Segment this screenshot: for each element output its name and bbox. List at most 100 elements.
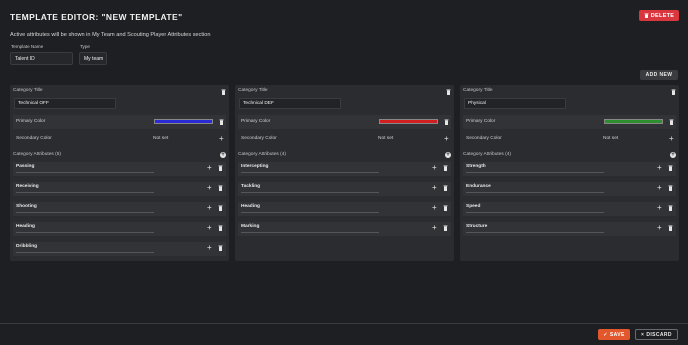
add-attribute-icon[interactable]: + [445,152,451,158]
primary-color-label: Primary Color [16,119,46,124]
category-attributes-label: Category Attributes (5) [13,152,61,157]
plus-icon[interactable]: + [657,204,662,212]
plus-icon[interactable]: + [432,204,437,212]
plus-icon[interactable]: + [657,164,662,172]
secondary-color-label: Secondary Color [466,136,502,141]
type-select[interactable]: My team [79,52,107,65]
trash-icon[interactable] [443,225,448,233]
attribute-name[interactable]: Intercepting [241,164,268,169]
category-title-input[interactable]: Technical DEF [239,98,341,109]
delete-category-icon[interactable] [671,89,676,97]
plus-icon[interactable]: + [207,184,212,192]
add-secondary-color-icon[interactable]: + [219,135,224,143]
attribute-underline [16,252,154,253]
plus-icon[interactable]: + [207,244,212,252]
attribute-name[interactable]: Heading [16,224,35,229]
page-title: TEMPLATE EDITOR: "NEW TEMPLATE" [10,12,183,22]
attribute-row: Intercepting + [238,162,451,176]
secondary-color-row: Secondary Color Not set + [463,133,676,145]
plus-icon[interactable]: + [657,224,662,232]
plus-icon[interactable]: + [432,184,437,192]
attribute-name[interactable]: Passing [16,164,34,169]
attribute-name[interactable]: Endurance [466,184,491,189]
attribute-name[interactable]: Structure [466,224,487,229]
category-title-label: Category Title [238,88,268,93]
attribute-underline [16,172,154,173]
template-name-input[interactable]: Talent ID [10,52,73,65]
secondary-color-value: Not set [153,136,169,141]
add-new-button[interactable]: ADD NEW [640,70,678,80]
footer-divider [0,323,688,324]
close-icon: × [641,331,645,338]
plus-icon[interactable]: + [207,204,212,212]
plus-icon[interactable]: + [657,184,662,192]
attribute-underline [241,212,379,213]
trash-icon[interactable] [219,119,224,127]
trash-icon[interactable] [218,205,223,213]
primary-color-row: Primary Color [238,115,451,129]
trash-icon[interactable] [218,225,223,233]
delete-button[interactable]: DELETE [639,10,679,21]
attribute-name[interactable]: Shooting [16,204,37,209]
trash-icon[interactable] [218,165,223,173]
plus-icon[interactable]: + [207,224,212,232]
attribute-row: Dribbling + [13,242,226,256]
attribute-row: Strength + [463,162,676,176]
attribute-underline [16,192,154,193]
primary-color-swatch[interactable] [379,119,438,124]
trash-icon[interactable] [444,119,449,127]
attribute-row: Receiving + [13,182,226,196]
add-attribute-icon[interactable]: + [220,152,226,158]
attribute-underline [466,212,604,213]
discard-label: DISCARD [646,331,672,338]
secondary-color-value: Not set [378,136,394,141]
add-attribute-icon[interactable]: + [670,152,676,158]
delete-category-icon[interactable] [446,89,451,97]
plus-icon[interactable]: + [432,224,437,232]
category-title-label: Category Title [463,88,493,93]
trash-icon[interactable] [669,119,674,127]
trash-icon[interactable] [218,185,223,193]
attribute-name[interactable]: Heading [241,204,260,209]
attribute-row: Speed + [463,202,676,216]
attribute-name[interactable]: Marking [241,224,259,229]
trash-icon[interactable] [218,245,223,253]
attribute-name[interactable]: Dribbling [16,244,37,249]
primary-color-label: Primary Color [241,119,271,124]
category-title-input[interactable]: Physical [464,98,566,109]
trash-icon[interactable] [443,205,448,213]
add-secondary-color-icon[interactable]: + [669,135,674,143]
add-secondary-color-icon[interactable]: + [444,135,449,143]
primary-color-swatch[interactable] [604,119,663,124]
category-title-label: Category Title [13,88,43,93]
trash-icon[interactable] [668,225,673,233]
delete-category-icon[interactable] [221,89,226,97]
attribute-underline [16,232,154,233]
plus-icon[interactable]: + [432,164,437,172]
discard-button[interactable]: × DISCARD [635,329,678,340]
attribute-row: Marking + [238,222,451,236]
trash-icon[interactable] [668,165,673,173]
trash-icon[interactable] [443,185,448,193]
category-panel: Category Title Technical DEF Primary Colo… [235,85,454,261]
category-panel: Category Title Technical OFF Primary Colo… [10,85,229,261]
category-title-input[interactable]: Technical OFF [14,98,116,109]
attribute-name[interactable]: Strength [466,164,486,169]
primary-color-row: Primary Color [463,115,676,129]
attribute-underline [241,192,379,193]
trash-icon [644,13,649,18]
attribute-name[interactable]: Speed [466,204,480,209]
primary-color-swatch[interactable] [154,119,213,124]
attribute-row: Shooting + [13,202,226,216]
secondary-color-label: Secondary Color [16,136,52,141]
attribute-name[interactable]: Receiving [16,184,39,189]
attribute-row: Passing + [13,162,226,176]
save-button[interactable]: ✓ SAVE [598,329,630,340]
trash-icon[interactable] [668,185,673,193]
check-icon: ✓ [603,331,608,338]
trash-icon[interactable] [668,205,673,213]
trash-icon[interactable] [443,165,448,173]
plus-icon[interactable]: + [207,164,212,172]
attribute-name[interactable]: Tackling [241,184,260,189]
category-attributes-label: Category Attributes (4) [238,152,286,157]
